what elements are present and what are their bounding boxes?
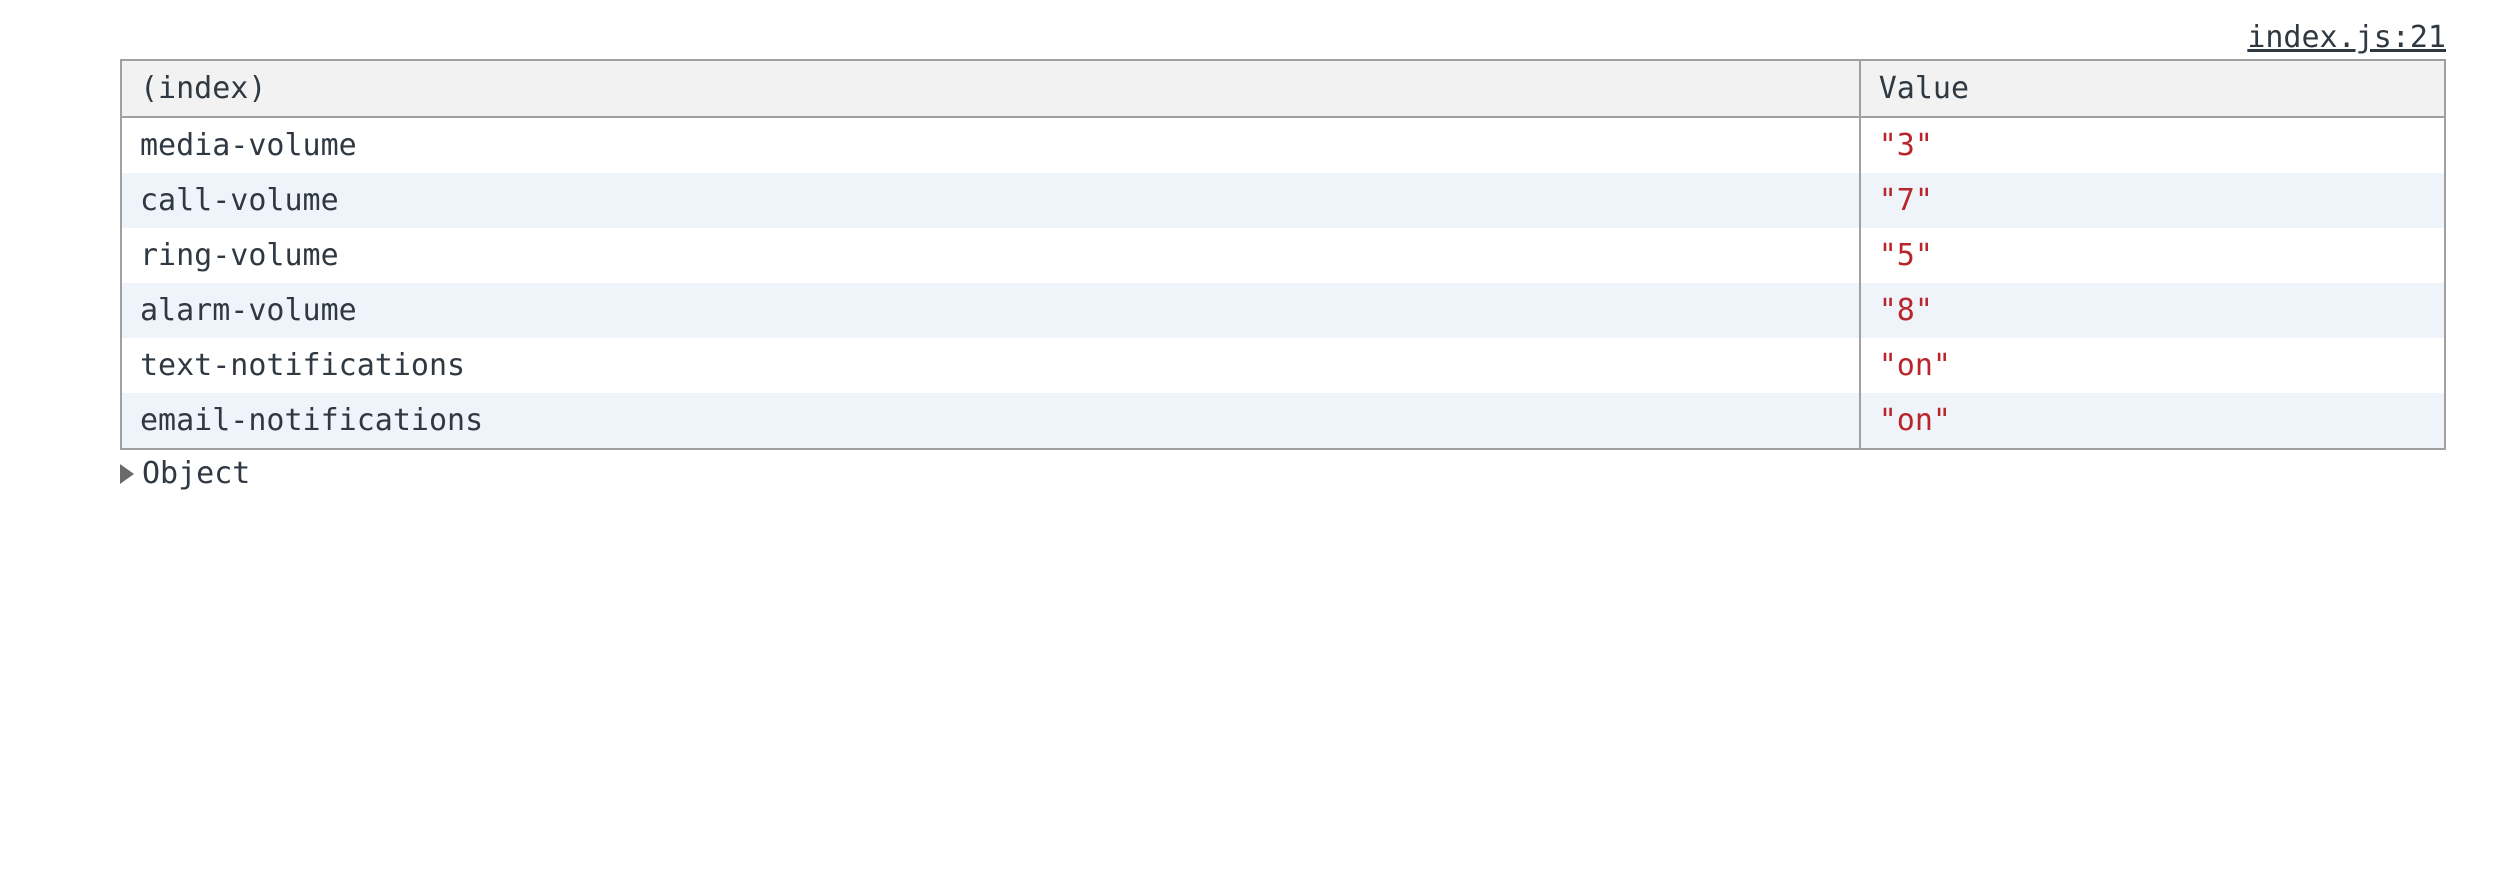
object-label: Object <box>142 456 250 491</box>
cell-value: "on" <box>1860 393 2445 449</box>
console-table: (index) Value media-volume "3" call-volu… <box>120 59 2446 450</box>
table-row: alarm-volume "8" <box>121 283 2445 338</box>
cell-index: text-notifications <box>121 338 1860 393</box>
table-row: ring-volume "5" <box>121 228 2445 283</box>
cell-value: "8" <box>1860 283 2445 338</box>
cell-index: ring-volume <box>121 228 1860 283</box>
disclosure-triangle-icon <box>120 464 134 484</box>
table-body: media-volume "3" call-volume "7" ring-vo… <box>121 117 2445 449</box>
cell-value: "on" <box>1860 338 2445 393</box>
header-index[interactable]: (index) <box>121 60 1860 117</box>
cell-index: alarm-volume <box>121 283 1860 338</box>
cell-index: call-volume <box>121 173 1860 228</box>
table-header-row: (index) Value <box>121 60 2445 117</box>
table-row: email-notifications "on" <box>121 393 2445 449</box>
cell-value: "3" <box>1860 117 2445 173</box>
source-file-link[interactable]: index.js:21 <box>2247 20 2446 55</box>
source-link-row: index.js:21 <box>50 20 2456 55</box>
cell-value: "7" <box>1860 173 2445 228</box>
object-expand-toggle[interactable]: Object <box>120 456 2456 491</box>
cell-index: email-notifications <box>121 393 1860 449</box>
table-row: call-volume "7" <box>121 173 2445 228</box>
table-row: text-notifications "on" <box>121 338 2445 393</box>
cell-value: "5" <box>1860 228 2445 283</box>
console-output: index.js:21 (index) Value media-volume "… <box>50 20 2456 491</box>
header-value[interactable]: Value <box>1860 60 2445 117</box>
table-row: media-volume "3" <box>121 117 2445 173</box>
cell-index: media-volume <box>121 117 1860 173</box>
